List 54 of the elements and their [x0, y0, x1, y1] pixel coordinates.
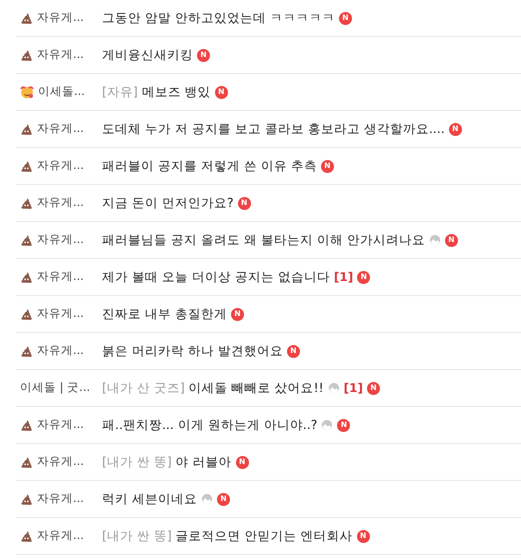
post-title[interactable]: 제가 볼때 오늘 더이상 공지는 없습니다 [102, 268, 330, 286]
board-name: 자유게... [37, 342, 84, 360]
post-tag: [내가 산 굿즈] [102, 378, 185, 398]
poop-icon [20, 418, 33, 432]
post-title[interactable]: 글로적으면 안믿기는 엔터회사 [176, 526, 353, 546]
board-name: 자유게... [37, 305, 84, 322]
poop-icon [20, 492, 33, 506]
poop-icon [20, 12, 33, 24]
poop-icon [20, 456, 33, 468]
image-icon [428, 234, 441, 246]
board-name: 자유게... [37, 268, 84, 286]
post-title[interactable]: 지금 돈이 먼저인가요? [102, 194, 234, 212]
poop-icon [20, 308, 33, 320]
post-title[interactable]: 진짜로 내부 총질한게 [102, 304, 227, 324]
post-title[interactable]: 패러블님들 공지 올려도 왜 불타는지 이해 안가시려나요 [102, 230, 425, 250]
post-tag: [내가 싼 똥] [102, 526, 172, 546]
board-name: 자유게... [37, 194, 84, 212]
board-name: 이세돌... [38, 83, 85, 100]
board-name: 자유게... [37, 453, 84, 470]
post-title[interactable]: 이세돌 빼빼로 샀어요!! [188, 378, 324, 398]
poop-icon [20, 234, 33, 246]
post-tag: [내가 싼 똥] [102, 452, 172, 472]
post-title[interactable]: 도데체 누가 저 공지를 보고 콜라보 홍보라고 생각할까요.... [102, 120, 445, 138]
board-name: 자유게... [37, 157, 84, 174]
smiley-face-icon [20, 85, 34, 99]
post-title[interactable]: 패러블이 공지를 저렇게 쓴 이유 추측 [102, 156, 317, 176]
image-icon [321, 419, 334, 431]
board-name: 자유게... [37, 9, 84, 26]
post-title[interactable]: 게비융신새키킹 [102, 46, 193, 64]
image-icon [200, 493, 213, 505]
poop-icon [20, 48, 33, 62]
post-title[interactable]: 메보즈 뱅있 [142, 82, 211, 102]
board-name: 자유게... [37, 231, 84, 248]
post-title[interactable]: 야 러블아 [176, 452, 232, 472]
board-name: 자유게... [37, 527, 84, 544]
post-title[interactable]: 그동안 암말 안하고있었는데 ㅋㅋㅋㅋㅋ [102, 8, 335, 28]
comment-count: [1] [344, 380, 363, 397]
image-icon [328, 382, 340, 394]
poop-icon [20, 344, 33, 358]
post-title[interactable]: 럭키 세븐이네요 [102, 490, 197, 508]
board-name: 자유게... [37, 120, 84, 138]
comment-count: [1] [334, 269, 354, 286]
poop-icon [20, 530, 33, 542]
poop-icon [20, 160, 33, 172]
post-tag: [자유] [102, 82, 138, 102]
board-name: 자유게... [37, 490, 84, 508]
poop-icon [20, 270, 33, 284]
board-name: 자유게... [37, 46, 84, 64]
board-name: 자유게... [37, 416, 84, 434]
board-name: 이세돌 | 굿... [20, 379, 90, 396]
poop-icon [20, 122, 33, 136]
poop-icon [20, 196, 33, 210]
post-title[interactable]: 패..팬치짱... 이게 원하는게 아니야..? [102, 416, 318, 434]
post-title[interactable]: 붉은 머리카락 하나 발견했어요 [102, 342, 283, 360]
